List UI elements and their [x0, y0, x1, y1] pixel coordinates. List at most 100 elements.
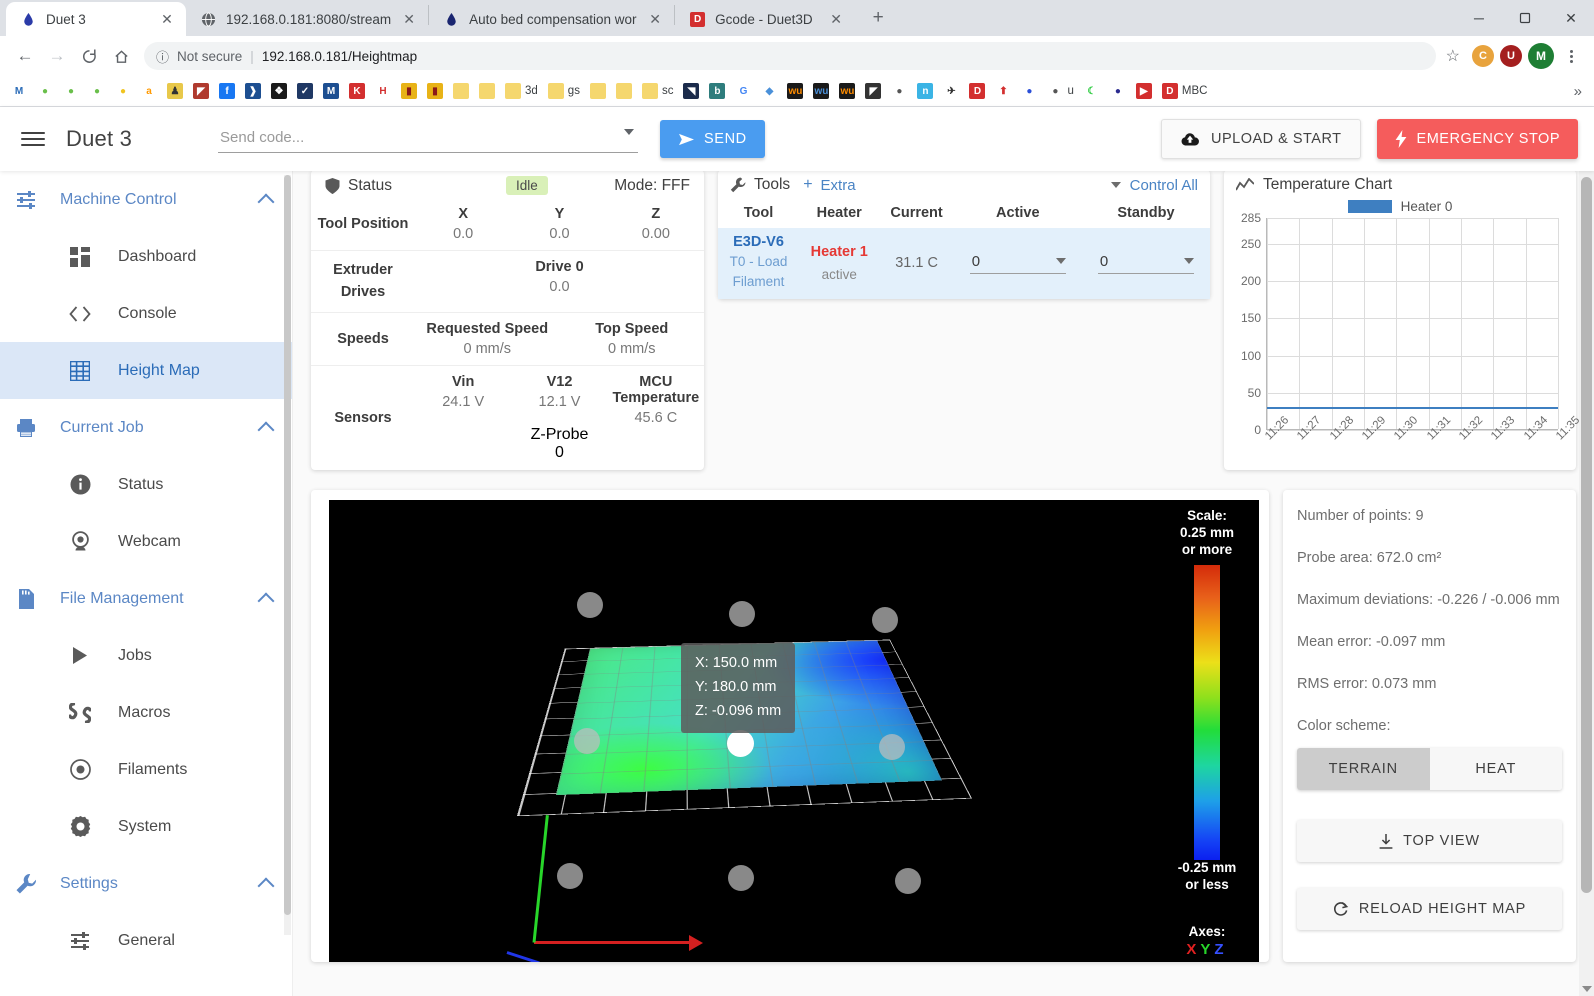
sidebar-group-settings[interactable]: Settings	[0, 855, 292, 912]
table-row[interactable]: E3D-V6 T0 - Load Filament Heater 1 active 31.…	[718, 228, 1210, 299]
chevron-down-icon[interactable]	[1183, 258, 1194, 265]
chevron-up-icon[interactable]	[257, 592, 275, 609]
bookmark-item[interactable]: n	[912, 79, 938, 103]
tool-subtitle[interactable]: T0 - Load Filament	[722, 252, 795, 293]
color-scheme-heat-button[interactable]: HEAT	[1429, 748, 1562, 790]
sidebar-item-console[interactable]: Console	[0, 285, 292, 342]
sidebar-group-machine-control[interactable]: Machine Control	[0, 171, 292, 228]
tab-close-icon[interactable]: ✕	[646, 10, 664, 28]
bookmark-item[interactable]: wu	[808, 79, 834, 103]
probe-point-selected[interactable]	[727, 730, 754, 757]
reload-height-map-button[interactable]: RELOAD HEIGHT MAP	[1297, 888, 1562, 930]
bookmark-item[interactable]: M	[318, 79, 344, 103]
chevron-up-icon[interactable]	[257, 421, 275, 438]
sidebar-group-current-job[interactable]: Current Job	[0, 399, 292, 456]
heightmap-3d-view[interactable]: X: 150.0 mm Y: 180.0 mm Z: -0.096 mm Sca…	[329, 500, 1259, 962]
top-view-button[interactable]: TOP VIEW	[1297, 820, 1562, 862]
chevron-down-icon[interactable]	[624, 129, 635, 135]
bookmark-item[interactable]: D MBC	[1157, 79, 1213, 103]
bookmark-item[interactable]: ●	[84, 79, 110, 103]
bookmark-item[interactable]: ◤	[188, 79, 214, 103]
send-button[interactable]: SEND	[660, 120, 765, 158]
bookmark-item[interactable]: K	[344, 79, 370, 103]
bookmark-item[interactable]: M	[6, 79, 32, 103]
bookmark-item[interactable]: ●	[1105, 79, 1131, 103]
sidebar-item-general[interactable]: General	[0, 912, 292, 969]
chevron-down-icon[interactable]	[1110, 182, 1121, 188]
bookmark-item[interactable]: ● u	[1042, 79, 1078, 103]
bookmark-item[interactable]: ●	[32, 79, 58, 103]
bookmark-item[interactable]	[448, 79, 474, 103]
tool-cell[interactable]: E3D-V6 T0 - Load Filament	[718, 228, 799, 299]
sidebar-item-height-map[interactable]: Height Map	[0, 342, 292, 399]
bookmark-item[interactable]: f	[214, 79, 240, 103]
close-icon[interactable]: ✕	[1548, 2, 1594, 34]
bookmark-item[interactable]: ✈	[938, 79, 964, 103]
bookmark-item[interactable]: ●	[110, 79, 136, 103]
control-all-group[interactable]: Control All	[1110, 177, 1198, 194]
sidebar-item-system[interactable]: System	[0, 798, 292, 855]
active-temperature-value[interactable]: 0	[970, 253, 1056, 270]
color-scheme-terrain-button[interactable]: TERRAIN	[1297, 748, 1430, 790]
bookmark-item[interactable]: b	[704, 79, 730, 103]
sidebar-item-dashboard[interactable]: Dashboard	[0, 228, 292, 285]
sidebar-group-file-management[interactable]: File Management	[0, 570, 292, 627]
heater-cell[interactable]: Heater 1 active	[799, 228, 879, 299]
extra-link[interactable]: Extra	[821, 177, 856, 194]
standby-temperature-value[interactable]: 0	[1098, 253, 1184, 270]
bookmark-item[interactable]	[474, 79, 500, 103]
active-temperature-cell[interactable]: 0	[954, 228, 1082, 299]
send-code-input[interactable]	[218, 125, 639, 153]
new-tab-button[interactable]: +	[863, 3, 893, 33]
kebab-menu-icon[interactable]	[1560, 49, 1582, 63]
bookmark-item[interactable]: a	[136, 79, 162, 103]
browser-tab-4[interactable]: D Gcode - Duet3D ✕	[675, 2, 855, 36]
bookmark-item[interactable]: 3d	[500, 79, 543, 103]
forward-icon[interactable]: →	[42, 41, 72, 71]
bookmark-item[interactable]: ▮	[396, 79, 422, 103]
tab-close-icon[interactable]: ✕	[827, 10, 845, 28]
bookmark-item[interactable]: G	[730, 79, 756, 103]
bookmark-item[interactable]	[585, 79, 611, 103]
extension-icon-2[interactable]: U	[1500, 45, 1522, 67]
minimize-icon[interactable]: ─	[1456, 2, 1502, 34]
sidebar-scrollbar-thumb[interactable]	[284, 175, 291, 915]
bookmark-item[interactable]: ⬆	[990, 79, 1016, 103]
emergency-stop-button[interactable]: EMERGENCY STOP	[1376, 119, 1578, 159]
sidebar-item-jobs[interactable]: Jobs	[0, 627, 292, 684]
bookmark-item[interactable]: D	[964, 79, 990, 103]
sidebar-item-filaments[interactable]: Filaments	[0, 741, 292, 798]
bookmark-item[interactable]: ▶	[1131, 79, 1157, 103]
sidebar-scrollbar[interactable]	[284, 175, 291, 935]
hamburger-menu-icon[interactable]	[16, 122, 50, 156]
tab-close-icon[interactable]: ✕	[158, 10, 176, 28]
bookmark-star-icon[interactable]: ☆	[1446, 46, 1460, 66]
sidebar-item-webcam[interactable]: Webcam	[0, 513, 292, 570]
bookmarks-overflow-icon[interactable]: »	[1574, 83, 1588, 100]
info-circle-icon[interactable]: ⓘ	[156, 47, 169, 66]
bookmark-item[interactable]	[611, 79, 637, 103]
bookmark-item[interactable]: gs	[543, 79, 585, 103]
sidebar-item-macros[interactable]: Macros	[0, 684, 292, 741]
main-scrollbar[interactable]	[1579, 171, 1594, 996]
sidebar-item-status[interactable]: Status	[0, 456, 292, 513]
add-tool-icon[interactable]: +	[803, 176, 812, 194]
send-code-field[interactable]	[218, 125, 639, 153]
bookmark-item[interactable]: ●	[1016, 79, 1042, 103]
bookmark-item[interactable]: ◤	[860, 79, 886, 103]
bookmark-item[interactable]: ♟	[162, 79, 188, 103]
reload-icon[interactable]	[74, 41, 104, 71]
chevron-up-icon[interactable]	[257, 193, 275, 210]
bookmark-item[interactable]: wu	[782, 79, 808, 103]
extension-icon-1[interactable]: C	[1472, 45, 1494, 67]
maximize-icon[interactable]	[1502, 2, 1548, 34]
browser-tab-2[interactable]: 192.168.0.181:8080/stream ✕	[186, 2, 428, 36]
bookmark-item[interactable]: ☾	[1079, 79, 1105, 103]
tool-name[interactable]: E3D-V6	[722, 234, 795, 250]
bookmark-item[interactable]: wu	[834, 79, 860, 103]
back-icon[interactable]: ←	[10, 41, 40, 71]
scrollbar-thumb[interactable]	[1581, 177, 1592, 893]
bookmark-item[interactable]: sc	[637, 79, 679, 103]
upload-and-start-button[interactable]: UPLOAD & START	[1160, 119, 1361, 159]
bookmark-item[interactable]: ◥	[678, 79, 704, 103]
